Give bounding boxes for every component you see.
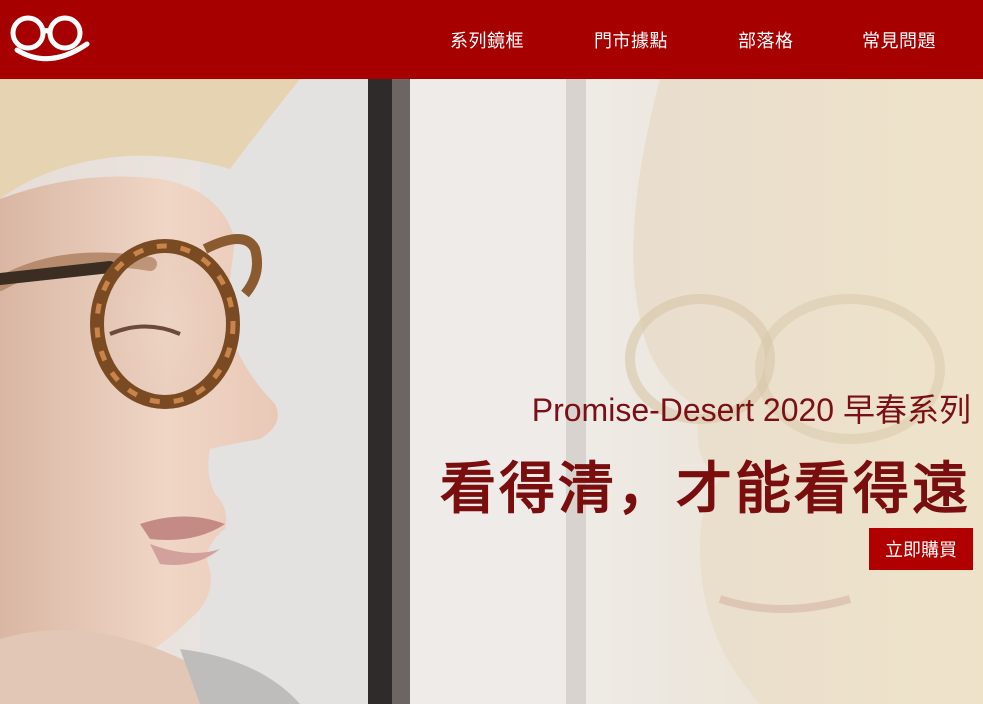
hero-subtitle: Promise-Desert 2020 早春系列 bbox=[531, 392, 971, 428]
nav-item-frames[interactable]: 系列鏡框 bbox=[450, 27, 524, 53]
nav-item-blog[interactable]: 部落格 bbox=[738, 27, 794, 53]
hero-title: 看得清，才能看得遠 bbox=[440, 457, 971, 522]
nav-item-stores[interactable]: 門市據點 bbox=[594, 27, 668, 53]
buy-now-button[interactable]: 立即購買 bbox=[869, 528, 973, 570]
nav-item-faq[interactable]: 常見問題 bbox=[862, 27, 936, 53]
hero-banner: Promise-Desert 2020 早春系列 看得清，才能看得遠 立即購買 bbox=[0, 79, 983, 704]
glasses-logo-icon[interactable] bbox=[9, 12, 93, 64]
site-header: 系列鏡框 門市據點 部落格 常見問題 bbox=[0, 0, 983, 79]
